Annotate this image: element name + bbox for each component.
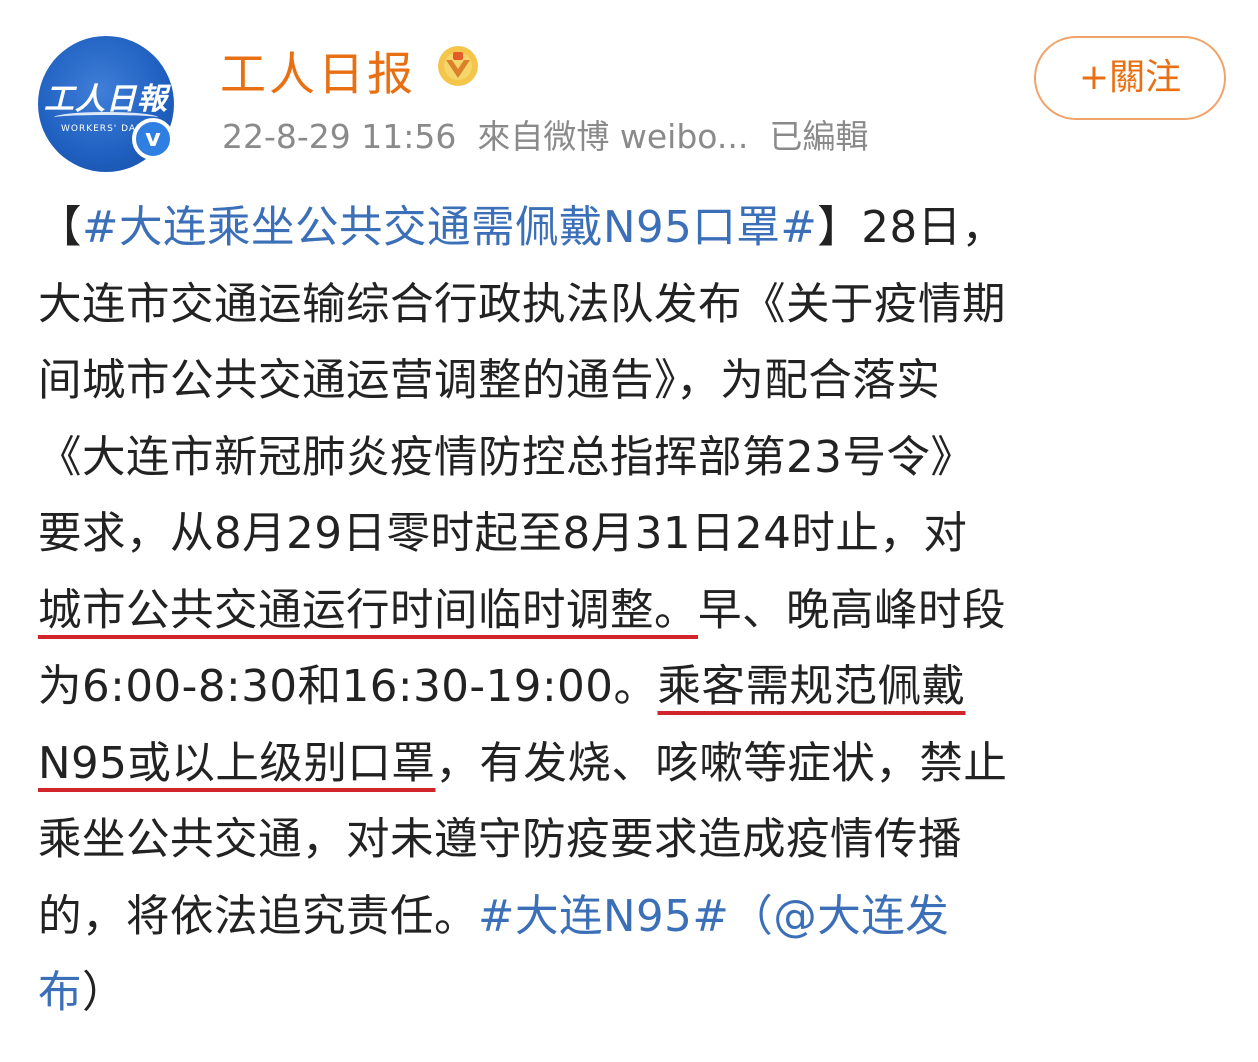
- mention-paren: （: [729, 891, 774, 942]
- topic-link[interactable]: #大连N95#: [478, 892, 729, 942]
- follow-button[interactable]: +關注: [1034, 36, 1226, 120]
- post-line: 要求，从8月29日零时起至8月31日24时止，对: [38, 509, 968, 559]
- post-line: 布）: [38, 955, 1228, 1032]
- mention-link[interactable]: 布: [38, 968, 82, 1018]
- bracket-open: 【: [38, 203, 82, 253]
- post-text: 的，将依法追究责任。: [38, 891, 478, 942]
- post-line: N95或以上级别口罩，有发烧、咳嗽等症状，禁止: [38, 726, 1228, 803]
- post-line: 《大连市新冠肺炎疫情防控总指挥部第23号令》: [38, 432, 975, 483]
- mention-link[interactable]: @大连发: [773, 892, 949, 942]
- topic-link[interactable]: #大连乘坐公共交通需佩戴N95口罩#: [82, 203, 817, 253]
- bracket-close: 】: [817, 203, 862, 253]
- post-meta: 22-8-29 11:56 來自微博 weibo... 已編輯: [222, 110, 868, 158]
- author-name[interactable]: 工人日报: [220, 38, 416, 104]
- post-text: 早、晚高峰时段: [698, 585, 1006, 636]
- post-line: 【#大连乘坐公共交通需佩戴N95口罩#】28日，: [38, 190, 1228, 267]
- post-line: 城市公共交通运行时间临时调整。早、晚高峰时段: [38, 573, 1228, 650]
- post-line: 的，将依法追究责任。#大连N95#（@大连发: [38, 879, 1228, 956]
- underlined-text: N95或以上级别口罩: [38, 738, 436, 789]
- edited-badge[interactable]: 已編輯: [769, 117, 868, 156]
- verified-v-icon: v: [132, 118, 174, 160]
- medal-icon[interactable]: [436, 44, 480, 88]
- post-text: ，有发烧、咳嗽等症状，禁止: [435, 738, 1008, 789]
- post-text: 为6:00-8:30和16:30-19:00。: [38, 662, 658, 712]
- post-line: 乘坐公共交通，对未遵守防疫要求造成疫情传播: [38, 815, 962, 865]
- mention-paren: ）: [82, 968, 126, 1018]
- post-line: 间城市公共交通运营调整的通告》，为配合落实: [38, 356, 941, 406]
- weibo-post: 工人日報 WORKERS' DAILY v 工人日报 22-8-29 11:56…: [0, 0, 1258, 1062]
- post-line: 大连市交通运输综合行政执法队发布《关于疫情期: [38, 279, 1006, 330]
- underlined-text: 乘客需规范佩戴: [657, 662, 966, 712]
- underlined-text: 城市公共交通运行时间临时调整。: [38, 585, 698, 636]
- post-content: 【#大连乘坐公共交通需佩戴N95口罩#】28日， 大连市交通运输综合行政执法队发…: [38, 190, 1228, 1032]
- post-line: 为6:00-8:30和16:30-19:00。乘客需规范佩戴: [38, 649, 1228, 726]
- post-timestamp: 22-8-29 11:56: [222, 117, 457, 156]
- post-source[interactable]: 來自微博 weibo...: [477, 117, 748, 156]
- post-text: 28日，: [861, 203, 1006, 253]
